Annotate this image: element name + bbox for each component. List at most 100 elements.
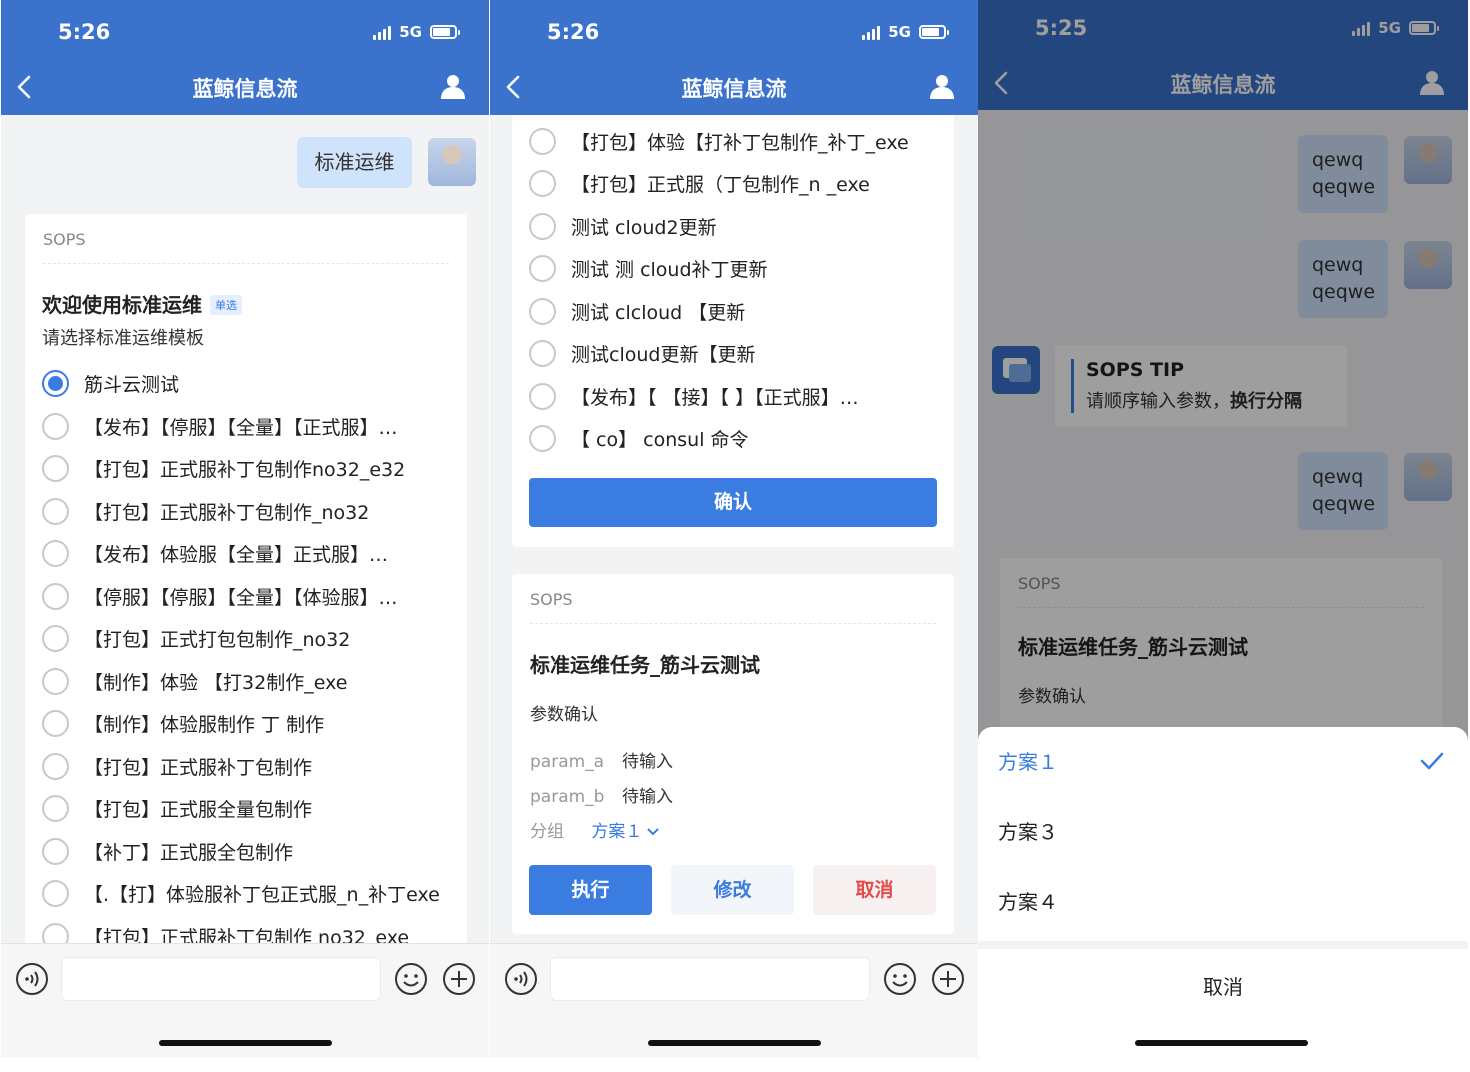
network-label: 5G (399, 23, 422, 41)
card-title-text: 欢迎使用标准运维 (42, 293, 202, 317)
radio-icon[interactable] (42, 753, 69, 780)
option-label: 测试 测 cloud补丁更新 (571, 259, 768, 281)
option-item[interactable]: 测试 cloud2更新 (529, 213, 717, 240)
radio-icon[interactable] (529, 213, 556, 240)
phone-screen-group-sheet: 5:25 5G 蓝鲸信息流 qewq qeqwe qewq qeqwe SOPS… (978, 0, 1468, 1058)
radio-icon[interactable] (42, 880, 69, 907)
radio-icon[interactable] (529, 255, 556, 282)
card-title: 欢迎使用标准运维 单选 (42, 289, 242, 318)
radio-icon[interactable] (42, 583, 69, 610)
option-label: 【.【打】体验服补丁包正式服_n_补丁exe (84, 884, 440, 906)
radio-icon[interactable] (529, 340, 556, 367)
option-item[interactable]: 【打包】体验【打补丁包制作_补丁_exe (529, 128, 909, 155)
option-item[interactable]: 【 co】 consul 命令 (529, 425, 749, 452)
option-item[interactable]: 测试 测 cloud补丁更新 (529, 255, 768, 282)
status-icons: 5G (373, 23, 460, 41)
option-item[interactable]: 【打包】正式服全量包制作 (42, 795, 312, 822)
check-icon (1420, 752, 1444, 770)
top-bar: 5:26 5G 蓝鲸信息流 (1, 0, 489, 115)
radio-icon[interactable] (529, 298, 556, 325)
radio-icon[interactable] (42, 413, 69, 440)
emoji-icon[interactable] (883, 962, 917, 996)
group-select[interactable]: 方案１ (591, 822, 660, 842)
phone-screen-task-confirm: 5:26 5G 蓝鲸信息流 【打包】体验【打补丁包制作_补丁_exe 【打包】正… (490, 0, 978, 1058)
network-label: 5G (888, 23, 911, 41)
option-label: 测试cloud更新【更新 (571, 344, 756, 366)
option-label: 【打包】体验【打补丁包制作_补丁_exe (571, 132, 909, 154)
sheet-option[interactable]: 方案３ (998, 797, 1448, 867)
radio-icon[interactable] (42, 838, 69, 865)
param-section-title: 参数确认 (530, 705, 598, 725)
template-select-card: SOPS 欢迎使用标准运维 单选 请选择标准运维模板 筋斗云测试 【发布】【停服】… (25, 214, 467, 974)
param-value: 待输入 (622, 787, 673, 807)
page-title: 蓝鲸信息流 (681, 77, 787, 101)
option-item[interactable]: 【发布】【 【接】【 】【正式服】… (529, 383, 859, 410)
option-label: 【打包】正式服补丁包制作 (84, 757, 313, 779)
radio-icon[interactable] (42, 710, 69, 737)
option-item[interactable]: 测试cloud更新【更新 (529, 340, 755, 367)
option-item[interactable]: 【制作】体验 【打32制作_exe (42, 668, 347, 695)
signal-icon (862, 25, 881, 40)
radio-icon[interactable] (529, 383, 556, 410)
option-item[interactable]: 【打包】正式服（丁包制作_n _exe (529, 170, 870, 197)
edit-button[interactable]: 修改 (671, 865, 794, 915)
sheet-option-label: 方案３ (998, 820, 1058, 844)
option-label: 【停服】【停服】【全量】【体验服】… (84, 587, 398, 609)
plus-icon[interactable] (931, 962, 965, 996)
option-label: 测试 clcloud 【更新 (571, 302, 746, 324)
option-label: 【发布】【 【接】【 】【正式服】… (571, 387, 859, 409)
radio-icon[interactable] (529, 425, 556, 452)
sheet-option[interactable]: 方案１ (998, 727, 1448, 797)
option-label: 【打包】正式服补丁包制作_no32 (84, 502, 370, 524)
option-label: 【打包】正式服全量包制作 (84, 799, 313, 821)
status-time: 5:26 (58, 20, 111, 44)
option-item[interactable]: 【发布】体验服【全量】正式服】… (42, 540, 388, 567)
card-subtitle: 请选择标准运维模板 (42, 328, 204, 349)
status-icons: 5G (862, 23, 949, 41)
option-item[interactable]: 筋斗云测试 (42, 370, 179, 397)
voice-icon[interactable] (504, 962, 538, 996)
option-item[interactable]: 【.【打】体验服补丁包正式服_n_补丁exe (42, 880, 440, 907)
radio-icon[interactable] (42, 540, 69, 567)
home-indicator (159, 1040, 332, 1046)
radio-selected-icon[interactable] (42, 370, 69, 397)
confirm-button[interactable]: 确认 (529, 478, 937, 527)
message-input[interactable] (550, 957, 870, 1001)
card-source: SOPS (43, 230, 449, 264)
avatar (428, 138, 476, 186)
option-item[interactable]: 测试 clcloud 【更新 (529, 298, 745, 325)
radio-icon[interactable] (42, 668, 69, 695)
plus-icon[interactable] (442, 962, 476, 996)
option-item[interactable]: 【打包】正式服补丁包制作_no32 (42, 498, 369, 525)
emoji-icon[interactable] (394, 962, 428, 996)
sheet-option[interactable]: 方案４ (998, 867, 1448, 937)
radio-icon[interactable] (529, 170, 556, 197)
home-indicator (1135, 1040, 1308, 1046)
user-icon[interactable] (928, 72, 956, 100)
option-item[interactable]: 【停服】【停服】【全量】【体验服】… (42, 583, 398, 610)
radio-icon[interactable] (42, 795, 69, 822)
radio-icon[interactable] (42, 625, 69, 652)
radio-icon[interactable] (42, 498, 69, 525)
voice-icon[interactable] (15, 962, 49, 996)
option-item[interactable]: 【制作】体验服制作 丁 制作 (42, 710, 324, 737)
group-label: 分组 (530, 822, 564, 842)
option-item[interactable]: 【打包】正式服补丁包制作no32_e32 (42, 455, 405, 482)
option-item[interactable]: 【补丁】正式服全包制作 (42, 838, 293, 865)
cancel-button[interactable]: 取消 (813, 865, 936, 915)
option-item[interactable]: 【发布】【停服】【全量】【正式服】… (42, 413, 398, 440)
option-label: 【发布】【停服】【全量】【正式服】… (84, 417, 398, 439)
option-item[interactable]: 【打包】正式服补丁包制作 (42, 753, 312, 780)
param-value: 待输入 (622, 752, 673, 772)
execute-button[interactable]: 执行 (529, 865, 652, 915)
user-icon[interactable] (439, 72, 467, 100)
chevron-down-icon (647, 828, 660, 836)
page-title: 蓝鲸信息流 (192, 77, 298, 101)
group-value: 方案１ (591, 822, 643, 842)
radio-icon[interactable] (42, 455, 69, 482)
param-row: param_a 待输入 (530, 747, 673, 772)
radio-icon[interactable] (529, 128, 556, 155)
option-item[interactable]: 【打包】正式打包包制作_no32 (42, 625, 350, 652)
sheet-cancel-button[interactable]: 取消 (978, 949, 1468, 1029)
message-input[interactable] (61, 957, 381, 1001)
